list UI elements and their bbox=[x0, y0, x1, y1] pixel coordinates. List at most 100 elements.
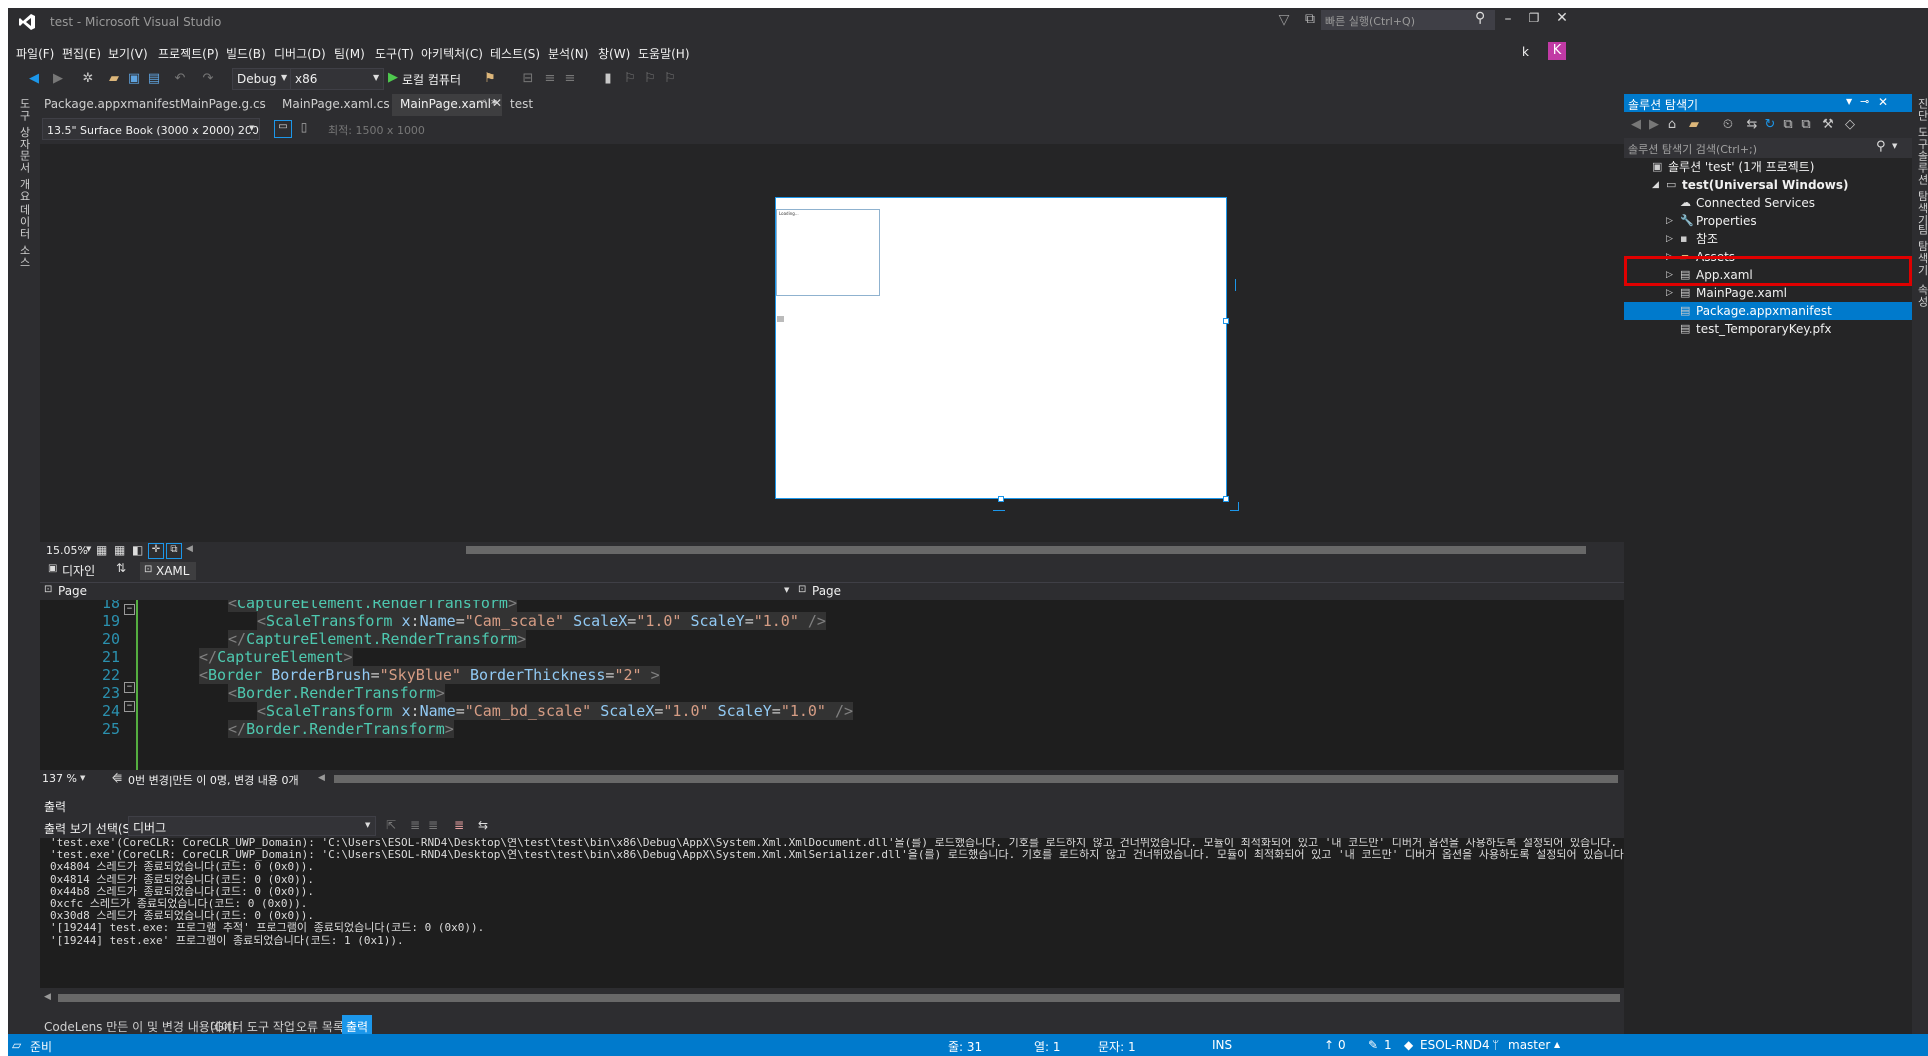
previous-bookmark-icon[interactable]: ⚐ bbox=[622, 71, 638, 87]
menu-window[interactable]: 창(W) bbox=[598, 45, 630, 62]
output-source-dropdown[interactable]: 디버그 ▼ bbox=[128, 816, 376, 836]
sync-icon[interactable]: ⇆ bbox=[1744, 117, 1760, 133]
codelens-summary[interactable]: 0번 변경|만든 이 0명, 변경 내용 0개 bbox=[128, 772, 299, 788]
expand-icon[interactable]: ▷ bbox=[1666, 212, 1673, 230]
next-bookmark-icon[interactable]: ⚐ bbox=[642, 71, 658, 87]
collapse-icon[interactable]: − bbox=[124, 701, 135, 712]
capture-element-border[interactable]: Loading... bbox=[776, 209, 880, 296]
forward-icon[interactable]: ▶ bbox=[1646, 117, 1662, 133]
chevron-down-icon[interactable]: ▼ bbox=[784, 586, 789, 594]
snap-grid-icon[interactable]: ▦ bbox=[114, 543, 125, 557]
comment-icon[interactable]: ≡ bbox=[542, 71, 558, 87]
menu-view[interactable]: 보기(V) bbox=[108, 45, 148, 62]
resize-handle-right[interactable] bbox=[1223, 318, 1229, 324]
expand-icon[interactable]: ▷ bbox=[1666, 284, 1673, 302]
search-input[interactable]: 솔루션 탐색기 검색(Ctrl+;) bbox=[1628, 141, 1757, 157]
save-all-icon[interactable]: ▤ bbox=[146, 71, 162, 87]
filter-icon[interactable]: ▽ bbox=[1276, 12, 1292, 28]
branch-icon[interactable]: ᛘ bbox=[1492, 1038, 1499, 1052]
navigate-back-icon[interactable]: ◀ bbox=[26, 71, 42, 87]
next-message-icon[interactable]: ≣ bbox=[428, 818, 438, 832]
element-marker[interactable] bbox=[777, 316, 784, 322]
tab-mainpage-xaml-cs[interactable]: MainPage.xaml.cs bbox=[282, 97, 390, 111]
close-icon[interactable]: ✕ bbox=[1554, 10, 1570, 26]
code-line[interactable]: </CaptureElement.RenderTransform> bbox=[228, 630, 527, 648]
browser-link-icon[interactable]: ⚑ bbox=[482, 71, 498, 87]
run-button[interactable]: ▶ 로컬 컴퓨터 bbox=[388, 68, 474, 88]
tree-item[interactable]: ▤ Package.appxmanifest bbox=[1624, 302, 1912, 320]
unpublished-count[interactable]: 0 bbox=[1338, 1038, 1346, 1052]
pin-icon[interactable]: ⊸ bbox=[1860, 95, 1869, 108]
toggle-icon[interactable]: ⊟ bbox=[520, 71, 536, 87]
tree-item[interactable]: ☁ Connected Services bbox=[1624, 194, 1912, 212]
horizontal-scrollbar[interactable] bbox=[466, 546, 1586, 554]
chevron-down-icon[interactable]: ▼ bbox=[80, 774, 85, 782]
refresh-icon[interactable]: ↻ bbox=[1762, 117, 1778, 133]
previous-message-icon[interactable]: ≣ bbox=[410, 818, 420, 832]
code-line[interactable]: <Border BorderBrush="SkyBlue" BorderThic… bbox=[199, 666, 660, 684]
back-icon[interactable]: ◀ bbox=[1628, 117, 1644, 133]
menu-file[interactable]: 파일(F) bbox=[16, 45, 54, 62]
search-icon[interactable]: ⚲ bbox=[1876, 139, 1886, 154]
resize-handle-bottom[interactable] bbox=[998, 496, 1004, 502]
breadcrumb-left[interactable]: Page bbox=[58, 584, 87, 598]
redo-icon[interactable]: ↷ bbox=[200, 71, 216, 87]
minimize-icon[interactable]: – bbox=[1500, 11, 1516, 27]
editor-zoom[interactable]: 137 % bbox=[42, 772, 77, 785]
menu-build[interactable]: 빌드(B) bbox=[226, 45, 266, 62]
landscape-icon[interactable]: ▭ bbox=[274, 120, 292, 138]
code-line[interactable]: <Border.RenderTransform> bbox=[228, 684, 445, 702]
tab-xaml[interactable]: ⊡ XAML bbox=[140, 562, 196, 580]
tree-item[interactable]: ▷ 🔧 Properties bbox=[1624, 212, 1912, 230]
tab-error-list[interactable]: 오류 목록 bbox=[296, 1018, 344, 1035]
grid-icon[interactable]: ▦ bbox=[96, 543, 107, 557]
tree-item[interactable]: ▷ ▪ 참조 bbox=[1624, 230, 1912, 248]
collapse-all-icon[interactable]: ⧉ bbox=[1780, 117, 1796, 133]
pending-changes-count[interactable]: 1 bbox=[1384, 1038, 1392, 1052]
tab-mainpage-xaml[interactable]: MainPage.xaml* ⊸ ✕ bbox=[392, 94, 502, 116]
code-line[interactable]: </CaptureElement> bbox=[199, 648, 353, 666]
menu-help[interactable]: 도움말(H) bbox=[638, 45, 690, 62]
diagnostic-tools-tab[interactable]: 진단 도구 bbox=[1914, 98, 1928, 151]
avatar[interactable]: K bbox=[1548, 42, 1566, 60]
scroll-left-icon[interactable]: ◀ bbox=[186, 544, 193, 554]
project-code-icon[interactable]: ⧉ bbox=[166, 543, 182, 559]
scroll-left-icon[interactable]: ◀ bbox=[318, 773, 325, 783]
code-line[interactable]: <CaptureElement.RenderTransform> bbox=[228, 600, 517, 612]
document-outline-tab[interactable]: 문서 개요 bbox=[16, 150, 32, 203]
word-wrap-icon[interactable]: ⇆ bbox=[478, 818, 488, 832]
menu-architecture[interactable]: 아키텍처(C) bbox=[421, 45, 483, 62]
arrow-up-icon[interactable]: ↑ bbox=[1324, 1038, 1334, 1052]
artboard-bg-icon[interactable]: ◧ bbox=[132, 543, 143, 557]
menu-edit[interactable]: 편집(E) bbox=[62, 45, 101, 62]
scroll-left-icon[interactable]: ◀ bbox=[44, 992, 51, 1002]
tab-design[interactable]: ▣ 디자인 bbox=[46, 561, 102, 578]
collapse-icon[interactable]: − bbox=[124, 682, 135, 693]
feedback-icon[interactable]: ⧉ bbox=[1302, 11, 1318, 27]
collapse-icon[interactable]: ◢ bbox=[1652, 176, 1659, 194]
preview-icon[interactable]: ◇ bbox=[1842, 117, 1858, 133]
tab-data-tools[interactable]: 데이터 도구 작업 bbox=[210, 1018, 295, 1035]
switch-views-icon[interactable]: ▰ bbox=[1686, 117, 1702, 133]
xaml-code-editor[interactable]: − − − 18 <CaptureElement.RenderTransform>… bbox=[40, 600, 1624, 770]
editor-horizontal-scrollbar[interactable] bbox=[334, 775, 1618, 783]
output-text[interactable]: 'test.exe'(CoreCLR: CoreCLR_UWP_Domain):… bbox=[40, 838, 1624, 988]
menu-project[interactable]: 프로젝트(P) bbox=[158, 45, 219, 62]
toolbox-tab[interactable]: 도구 상자 bbox=[16, 98, 32, 151]
find-message-icon[interactable]: ⇱ bbox=[386, 818, 396, 832]
solution-explorer-tab[interactable]: 솔루션 탐색기 bbox=[1914, 150, 1928, 227]
team-explorer-tab[interactable]: 팀 탐색기 bbox=[1914, 224, 1928, 277]
code-line[interactable]: <ScaleTransform x:Name="Cam_scale" Scale… bbox=[257, 612, 826, 630]
chevron-down-icon[interactable]: ▼ bbox=[86, 545, 91, 553]
design-surface[interactable]: Loading... bbox=[40, 144, 1624, 542]
user-name[interactable]: k bbox=[1522, 45, 1529, 59]
quick-launch-input[interactable]: 빠른 실행(Ctrl+Q) bbox=[1325, 13, 1415, 29]
chevron-down-icon[interactable]: ▼ bbox=[1846, 97, 1852, 106]
menu-team[interactable]: 팀(M) bbox=[334, 45, 365, 62]
repository-name[interactable]: ESOL-RND4 bbox=[1420, 1038, 1490, 1052]
portrait-icon[interactable]: ▯ bbox=[296, 120, 312, 136]
properties-icon[interactable]: ⚒ bbox=[1820, 117, 1836, 133]
uncomment-icon[interactable]: ≡ bbox=[562, 71, 578, 87]
show-all-files-icon[interactable]: ⧉ bbox=[1798, 117, 1814, 133]
platform-dropdown[interactable]: x86 ▼ bbox=[290, 68, 384, 90]
